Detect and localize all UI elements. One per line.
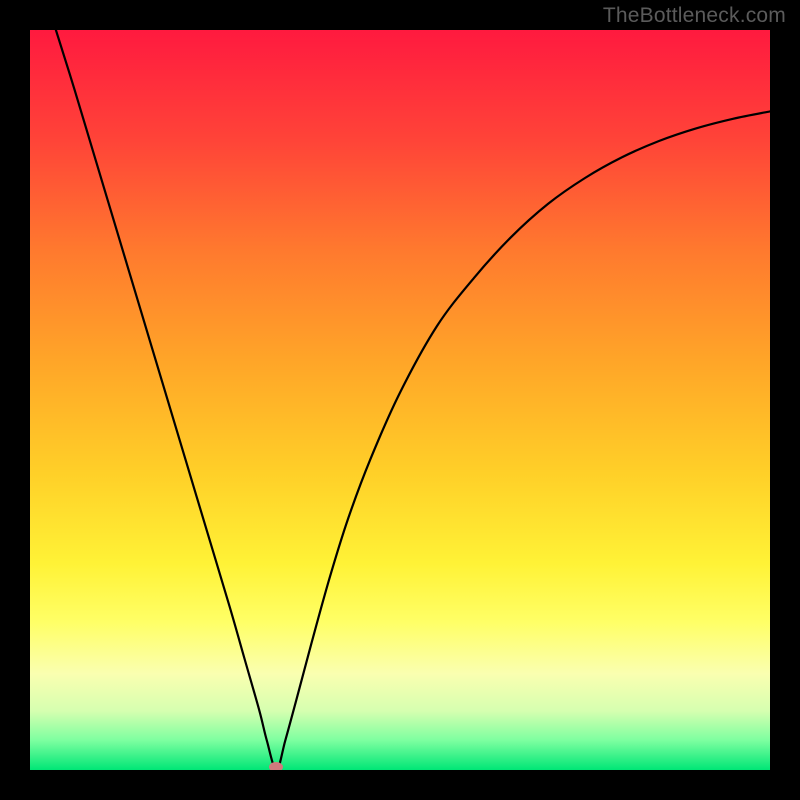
watermark-text: TheBottleneck.com bbox=[603, 4, 786, 28]
curve-layer bbox=[30, 30, 770, 770]
bottleneck-curve bbox=[56, 30, 770, 770]
chart-frame: TheBottleneck.com bbox=[0, 0, 800, 800]
optimal-marker bbox=[269, 762, 283, 770]
plot-area bbox=[30, 30, 770, 770]
